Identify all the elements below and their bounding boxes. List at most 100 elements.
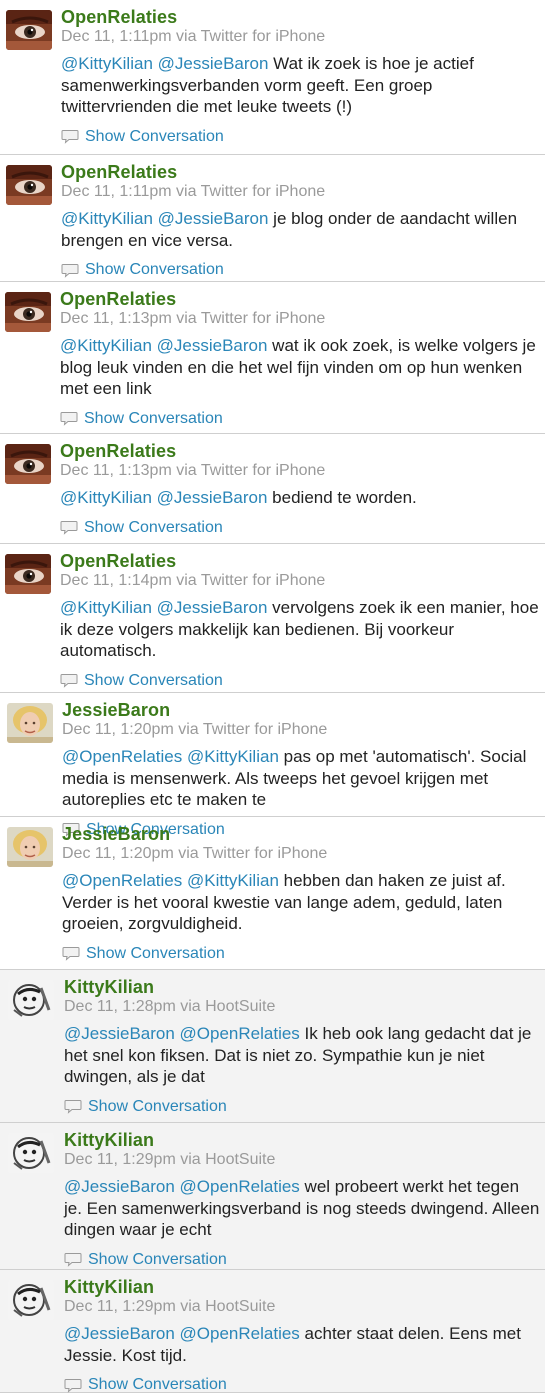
mention-link[interactable]: @KittyKilian: [60, 488, 152, 507]
tweet: OpenRelaties Dec 11, 1:13pm via Twitter …: [0, 434, 545, 544]
avatar[interactable]: [7, 703, 53, 743]
avatar[interactable]: [8, 1280, 54, 1320]
show-conversation-link[interactable]: Show Conversation: [60, 671, 541, 691]
mention-link[interactable]: @KittyKilian: [187, 871, 279, 890]
mention-link[interactable]: @OpenRelaties: [180, 1024, 300, 1043]
show-conversation-link[interactable]: Show Conversation: [61, 127, 541, 147]
tweet-meta: Dec 11, 1:20pm via Twitter for iPhone: [62, 845, 328, 862]
show-conversation-label[interactable]: Show Conversation: [84, 518, 223, 538]
tweet-text: @OpenRelaties @KittyKilian pas op met 'a…: [62, 746, 541, 811]
tweet-body: bediend te worden.: [267, 488, 417, 507]
avatar[interactable]: [5, 292, 51, 332]
tweet-content: OpenRelaties Dec 11, 1:11pm via Twitter …: [61, 7, 541, 147]
show-conversation-link[interactable]: Show Conversation: [60, 409, 541, 429]
show-conversation-link[interactable]: Show Conversation: [64, 1097, 541, 1117]
mention-link[interactable]: @JessieBaron: [64, 1324, 175, 1343]
tweet-content: KittyKilian Dec 11, 1:29pm via HootSuite…: [64, 1277, 541, 1395]
tweet: OpenRelaties Dec 11, 1:13pm via Twitter …: [0, 282, 545, 434]
mention-link[interactable]: @OpenRelaties: [180, 1177, 300, 1196]
mention-link[interactable]: @KittyKilian: [61, 54, 153, 73]
tweet-meta: Dec 11, 1:13pm via Twitter for iPhone: [60, 310, 326, 327]
tweet: OpenRelaties Dec 11, 1:11pm via Twitter …: [0, 155, 545, 282]
avatar[interactable]: [6, 10, 52, 50]
mention-link[interactable]: @JessieBaron: [157, 336, 268, 355]
tweet-content: OpenRelaties Dec 11, 1:13pm via Twitter …: [60, 289, 541, 429]
avatar[interactable]: [5, 444, 51, 484]
tweet-text: @JessieBaron @OpenRelaties achter staat …: [64, 1323, 541, 1366]
speech-bubble-icon: [60, 673, 78, 688]
show-conversation-label[interactable]: Show Conversation: [88, 1250, 227, 1270]
mention-link[interactable]: @KittyKilian: [61, 209, 153, 228]
author-name[interactable]: OpenRelaties: [61, 162, 541, 182]
tweet: KittyKilian Dec 11, 1:29pm via HootSuite…: [0, 1123, 545, 1270]
tweet-text: @KittyKilian @JessieBaron wat ik ook zoe…: [60, 335, 541, 400]
tweet-meta: Dec 11, 1:20pm via Twitter for iPhone: [62, 721, 328, 738]
tweet-meta: Dec 11, 1:13pm via Twitter for iPhone: [60, 462, 326, 479]
tweet-meta: Dec 11, 1:14pm via Twitter for iPhone: [60, 572, 326, 589]
tweet-text: @OpenRelaties @KittyKilian hebben dan ha…: [62, 870, 541, 935]
mention-link[interactable]: @KittyKilian: [187, 747, 279, 766]
show-conversation-label[interactable]: Show Conversation: [86, 944, 225, 964]
mention-link[interactable]: @KittyKilian: [60, 598, 152, 617]
speech-bubble-icon: [61, 129, 79, 144]
author-name[interactable]: KittyKilian: [64, 1277, 541, 1297]
tweet-text: @KittyKilian @JessieBaron bediend te wor…: [60, 487, 541, 509]
tweet-content: JessieBaron Dec 11, 1:20pm via Twitter f…: [62, 824, 541, 964]
author-name[interactable]: KittyKilian: [64, 977, 541, 997]
speech-bubble-icon: [60, 411, 78, 426]
tweet-text: @KittyKilian @JessieBaron Wat ik zoek is…: [61, 53, 541, 118]
tweet-text: @KittyKilian @JessieBaron je blog onder …: [61, 208, 541, 251]
tweet-text: @JessieBaron @OpenRelaties Ik heb ook la…: [64, 1023, 541, 1088]
author-name[interactable]: KittyKilian: [64, 1130, 541, 1150]
show-conversation-link[interactable]: Show Conversation: [62, 944, 541, 964]
tweet-content: OpenRelaties Dec 11, 1:14pm via Twitter …: [60, 551, 541, 691]
mention-link[interactable]: @JessieBaron: [158, 54, 269, 73]
mention-link[interactable]: @JessieBaron: [157, 488, 268, 507]
tweet-content: KittyKilian Dec 11, 1:28pm via HootSuite…: [64, 977, 541, 1117]
speech-bubble-icon: [64, 1252, 82, 1267]
show-conversation-label[interactable]: Show Conversation: [88, 1375, 227, 1395]
author-name[interactable]: OpenRelaties: [60, 551, 541, 571]
avatar[interactable]: [5, 554, 51, 594]
tweet-meta: Dec 11, 1:29pm via HootSuite: [64, 1298, 276, 1315]
show-conversation-label[interactable]: Show Conversation: [85, 260, 224, 280]
tweet: JessieBaron Dec 11, 1:20pm via Twitter f…: [0, 693, 545, 838]
avatar[interactable]: [6, 165, 52, 205]
mention-link[interactable]: @JessieBaron: [64, 1024, 175, 1043]
tweet-text: @KittyKilian @JessieBaron vervolgens zoe…: [60, 597, 541, 662]
tweet-meta: Dec 11, 1:11pm via Twitter for iPhone: [61, 183, 326, 200]
author-name[interactable]: OpenRelaties: [60, 289, 541, 309]
show-conversation-link[interactable]: Show Conversation: [64, 1250, 541, 1270]
mention-link[interactable]: @OpenRelaties: [62, 747, 182, 766]
author-name[interactable]: JessieBaron: [62, 824, 541, 844]
tweet-content: OpenRelaties Dec 11, 1:11pm via Twitter …: [61, 162, 541, 280]
author-name[interactable]: OpenRelaties: [61, 7, 541, 27]
tweet: JessieBaron Dec 11, 1:20pm via Twitter f…: [0, 817, 545, 970]
author-name[interactable]: JessieBaron: [62, 700, 541, 720]
mention-link[interactable]: @KittyKilian: [60, 336, 152, 355]
mention-link[interactable]: @JessieBaron: [158, 209, 269, 228]
show-conversation-label[interactable]: Show Conversation: [84, 671, 223, 691]
show-conversation-label[interactable]: Show Conversation: [85, 127, 224, 147]
mention-link[interactable]: @JessieBaron: [64, 1177, 175, 1196]
tweet-content: KittyKilian Dec 11, 1:29pm via HootSuite…: [64, 1130, 541, 1270]
tweet-meta: Dec 11, 1:29pm via HootSuite: [64, 1151, 276, 1168]
mention-link[interactable]: @JessieBaron: [157, 598, 268, 617]
show-conversation-link[interactable]: Show Conversation: [64, 1375, 541, 1395]
mention-link[interactable]: @OpenRelaties: [62, 871, 182, 890]
avatar[interactable]: [8, 1133, 54, 1173]
show-conversation-link[interactable]: Show Conversation: [60, 518, 541, 538]
mention-link[interactable]: @OpenRelaties: [180, 1324, 300, 1343]
avatar[interactable]: [7, 827, 53, 867]
tweet-content: OpenRelaties Dec 11, 1:13pm via Twitter …: [60, 441, 541, 538]
tweet: OpenRelaties Dec 11, 1:14pm via Twitter …: [0, 544, 545, 693]
author-name[interactable]: OpenRelaties: [60, 441, 541, 461]
speech-bubble-icon: [60, 520, 78, 535]
show-conversation-label[interactable]: Show Conversation: [88, 1097, 227, 1117]
avatar[interactable]: [8, 980, 54, 1020]
show-conversation-label[interactable]: Show Conversation: [84, 409, 223, 429]
tweet-meta: Dec 11, 1:11pm via Twitter for iPhone: [61, 28, 326, 45]
show-conversation-link[interactable]: Show Conversation: [61, 260, 541, 280]
speech-bubble-icon: [64, 1378, 82, 1393]
tweet: OpenRelaties Dec 11, 1:11pm via Twitter …: [0, 0, 545, 155]
